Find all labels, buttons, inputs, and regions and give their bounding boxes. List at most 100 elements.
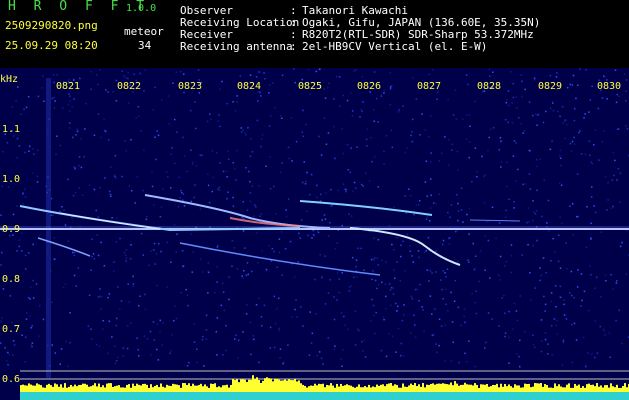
noise-dot <box>559 285 562 288</box>
noise-dot <box>309 93 311 95</box>
noise-dot <box>457 202 459 205</box>
noise-dot <box>53 96 55 99</box>
noise-dot <box>282 361 285 363</box>
noise-dot <box>541 340 543 342</box>
noise-dot <box>504 312 506 314</box>
noise-dot <box>407 188 410 190</box>
level-bar-base <box>160 392 162 400</box>
level-bar-base <box>364 392 366 400</box>
noise-dot <box>573 143 576 145</box>
level-bar <box>492 384 494 392</box>
noise-dot <box>320 357 323 359</box>
noise-dot <box>584 153 587 155</box>
noise-dot <box>575 339 578 341</box>
noise-dot <box>153 242 156 245</box>
noise-dot <box>28 145 31 148</box>
noise-dot <box>114 155 117 157</box>
level-bar <box>436 383 438 392</box>
level-bar-base <box>346 392 348 400</box>
noise-dot <box>510 244 513 246</box>
noise-dot <box>474 255 477 257</box>
level-bar-base <box>100 392 102 400</box>
unit-label: kHz <box>0 74 19 85</box>
level-bar-base <box>480 392 482 400</box>
noise-dot <box>140 232 143 235</box>
noise-dot <box>447 237 450 240</box>
level-bar-base <box>194 392 196 400</box>
noise-dot <box>315 70 317 73</box>
noise-dot <box>556 319 558 322</box>
noise-dot <box>181 192 183 194</box>
level-bar-base <box>566 392 568 400</box>
noise-dot <box>398 109 400 111</box>
level-bar <box>534 383 536 392</box>
noise-dot <box>552 101 554 103</box>
level-bar-base <box>164 392 166 400</box>
noise-dot <box>202 271 204 273</box>
level-bar <box>566 384 568 392</box>
level-bar-base <box>616 392 618 400</box>
noise-dot <box>554 285 557 287</box>
noise-dot <box>182 199 184 201</box>
noise-dot <box>516 353 518 355</box>
level-bar <box>222 385 224 392</box>
noise-dot <box>385 261 387 263</box>
noise-dot <box>362 350 364 352</box>
noise-dot <box>508 336 510 339</box>
noise-dot <box>397 305 399 308</box>
noise-dot <box>245 313 248 315</box>
noise-dot <box>551 325 553 327</box>
noise-dot <box>316 355 318 357</box>
noise-dot <box>428 73 431 76</box>
level-bar <box>102 385 104 392</box>
level-bar <box>568 383 570 392</box>
level-bar-base <box>272 392 274 400</box>
info-label-antenna: Receiving antenna <box>180 40 293 53</box>
noise-dot <box>153 204 155 206</box>
noise-dot <box>534 213 537 215</box>
noise-dot <box>417 204 420 206</box>
noise-dot <box>504 119 507 121</box>
noise-dot <box>338 76 341 78</box>
noise-dot <box>625 79 628 81</box>
noise-dot <box>297 261 299 263</box>
noise-dot <box>290 316 293 318</box>
level-bar <box>312 385 314 392</box>
noise-dot <box>590 196 593 198</box>
level-bar-base <box>218 392 220 400</box>
noise-dot <box>532 244 534 247</box>
noise-dot <box>327 87 329 89</box>
time-label: 0827 <box>417 81 442 92</box>
noise-dot <box>465 138 468 140</box>
noise-dot <box>566 267 568 270</box>
noise-dot <box>95 343 98 346</box>
noise-dot <box>295 140 298 143</box>
level-bar <box>24 385 26 392</box>
noise-dot <box>59 144 62 147</box>
noise-dot <box>221 282 224 285</box>
noise-dot <box>116 217 118 219</box>
noise-dot <box>222 170 225 173</box>
noise-dot <box>182 193 185 195</box>
file-name: 2509290820.png <box>5 19 98 32</box>
noise-dot <box>316 196 318 199</box>
level-bar <box>604 385 606 392</box>
level-bar-base <box>278 392 280 400</box>
level-bar-base <box>486 392 488 400</box>
level-bar <box>530 387 532 392</box>
level-bar-base <box>148 392 150 400</box>
level-bar <box>376 384 378 392</box>
noise-dot <box>518 355 520 358</box>
level-bar-base <box>412 392 414 400</box>
level-bar <box>234 380 236 392</box>
noise-dot <box>285 215 288 218</box>
level-bar-base <box>450 392 452 400</box>
noise-dot <box>226 197 228 200</box>
level-bar-base <box>302 392 304 400</box>
noise-dot <box>559 216 561 218</box>
noise-dot <box>22 192 24 194</box>
noise-dot <box>478 280 481 283</box>
level-bar <box>448 384 450 392</box>
level-bar <box>456 383 458 392</box>
noise-dot <box>396 261 398 263</box>
